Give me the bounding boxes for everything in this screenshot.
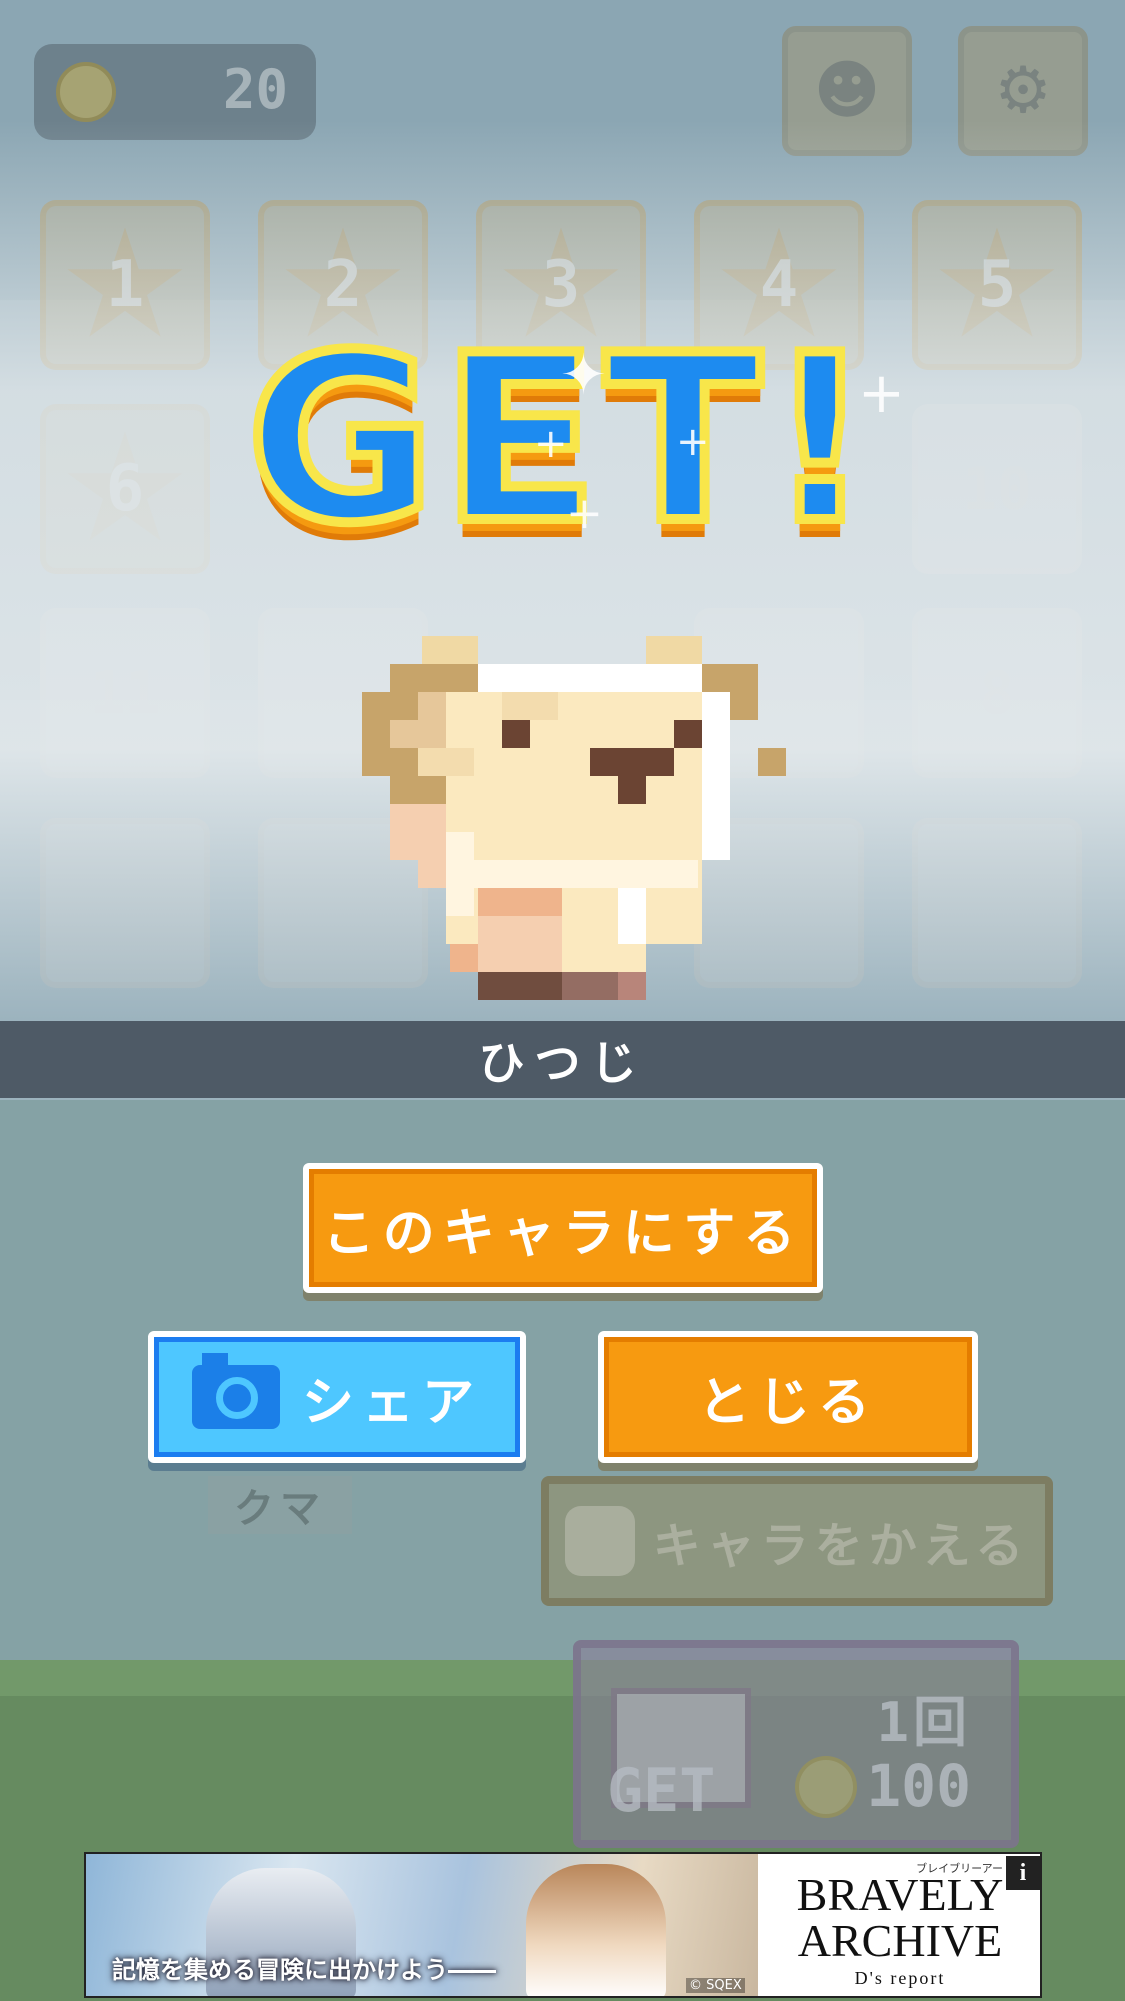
- share-label: シェア: [301, 1372, 482, 1433]
- character-name-banner: ひつじ: [0, 1021, 1125, 1098]
- select-character-label: このキャラにする: [322, 1203, 804, 1264]
- sheep-character-sprite: [362, 636, 786, 1000]
- sparkle-icon: ✦: [560, 343, 607, 408]
- sparkle-icon: +: [858, 361, 905, 426]
- ad-tagline: 記憶を集める冒険に出かけよう――: [112, 1956, 496, 1984]
- share-button[interactable]: シェア: [148, 1331, 526, 1463]
- sparkle-icon: +: [534, 421, 568, 467]
- character-name: ひつじ: [478, 1035, 647, 1090]
- close-label: とじる: [697, 1372, 878, 1433]
- info-icon[interactable]: i: [1004, 1854, 1040, 1892]
- ad-copyright: © SQEX: [686, 1978, 745, 1993]
- ad-brand-line2: ARCHIVE: [797, 1915, 1003, 1966]
- ad-banner[interactable]: 記憶を集める冒険に出かけよう―― © SQEX ブレイブリーアーカイブ BRAV…: [84, 1852, 1042, 1998]
- sparkle-icon: +: [566, 488, 603, 539]
- sparkle-icon: +: [676, 419, 710, 465]
- ad-artwork: 記憶を集める冒険に出かけよう―― © SQEX: [86, 1854, 758, 1996]
- select-character-button[interactable]: このキャラにする: [303, 1163, 823, 1293]
- ad-logo: ブレイブリーアーカイブ BRAVELY ARCHIVE D's report: [758, 1854, 1040, 1996]
- camera-icon: [191, 1353, 280, 1429]
- ad-brand-sub: D's report: [854, 1968, 946, 1988]
- close-button[interactable]: とじる: [598, 1331, 978, 1463]
- ad-brand-line1: BRAVELY: [796, 1869, 1004, 1920]
- game-screen: 20 ☻ ⚙ ★1 ★2 ★3 ★4 ★5 ★6 10 11 8 クマ キャラを…: [0, 0, 1125, 2001]
- ad-character-image: [526, 1864, 666, 1996]
